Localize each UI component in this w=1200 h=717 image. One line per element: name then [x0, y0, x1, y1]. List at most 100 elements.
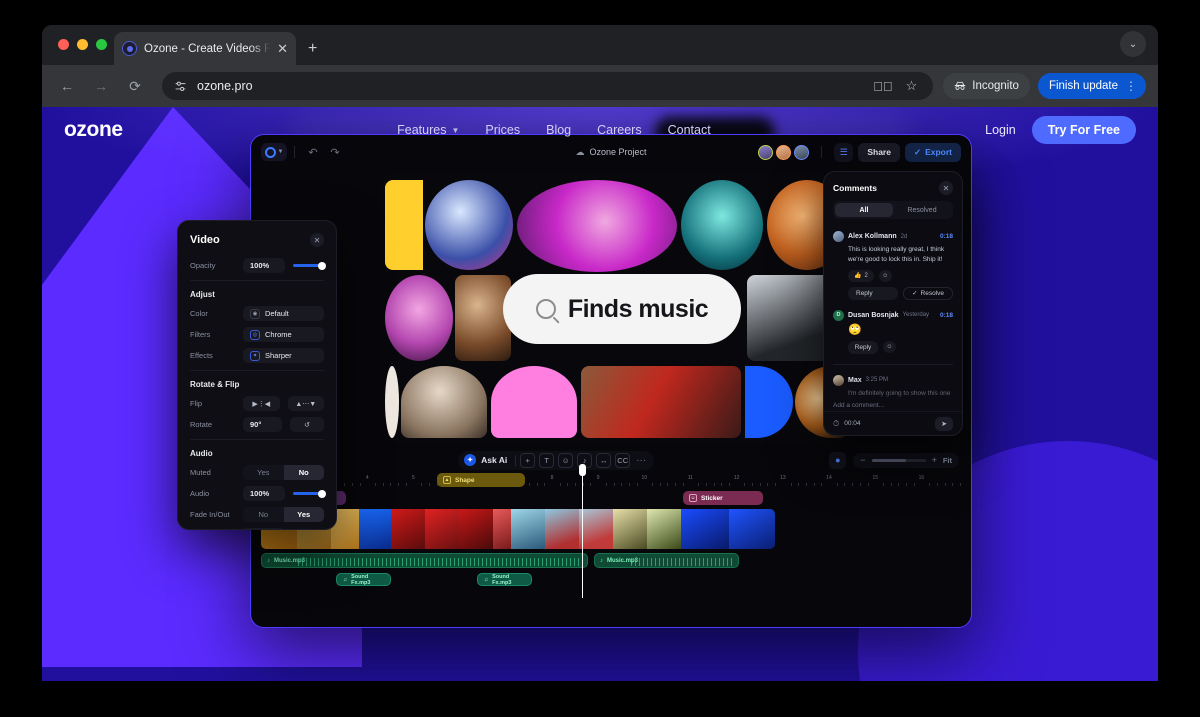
avatar[interactable]: D	[833, 309, 844, 321]
badge-label: Shape	[455, 476, 475, 484]
tab-resolved[interactable]: Resolved	[893, 203, 951, 217]
audio-track[interactable]: ♪ Music.mp3	[594, 553, 739, 568]
flip-vertical-icon[interactable]: ▲⋯▼	[287, 396, 324, 411]
preview-canvas[interactable]: Finds music	[381, 174, 851, 442]
kebab-menu-icon[interactable]: ⋮	[1125, 79, 1137, 93]
nav-item-blog[interactable]: Blog	[546, 123, 571, 137]
playhead[interactable]	[577, 464, 588, 598]
site-logo[interactable]: ozone	[64, 118, 123, 142]
audio-track[interactable]: ♪ Music.mp3	[261, 553, 588, 568]
close-icon[interactable]: ✕	[939, 181, 953, 195]
video-clip[interactable]	[729, 509, 775, 549]
video-clip[interactable]	[359, 509, 391, 549]
record-icon[interactable]: ⏱	[833, 419, 839, 429]
ruler-tick	[713, 483, 715, 486]
sfx-clip[interactable]: ♫ Sound Fx.mp3	[477, 573, 532, 586]
muted-yes-option[interactable]: Yes	[243, 465, 284, 480]
timeline-ruler[interactable]: 2345678910111213141516	[261, 475, 961, 489]
video-clip[interactable]	[425, 509, 459, 549]
window-controls[interactable]	[58, 39, 107, 50]
reply-button[interactable]: Reply	[848, 286, 899, 300]
address-bar[interactable]: ozone.pro 👁⃠ ☆	[162, 72, 934, 100]
effects-select[interactable]: ✦ Sharper	[243, 348, 324, 363]
video-clip[interactable]	[511, 509, 545, 549]
zoom-in-icon[interactable]: +	[932, 455, 937, 465]
video-clip[interactable]	[459, 509, 493, 549]
filters-select[interactable]: ◎ Chrome	[243, 327, 324, 342]
nav-item-features[interactable]: Features ▼	[397, 123, 459, 137]
send-icon[interactable]: ➤	[935, 416, 953, 431]
zoom-slider[interactable]: − + Fit	[853, 452, 959, 468]
video-track[interactable]	[261, 509, 775, 549]
avatar[interactable]	[833, 231, 844, 242]
ask-ai-button[interactable]: ✦ Ask Ai	[464, 454, 511, 466]
sticker-icon[interactable]: ☺	[558, 452, 574, 468]
clip-badge-shape[interactable]: ▲ Shape	[437, 473, 525, 487]
login-link[interactable]: Login	[985, 123, 1016, 137]
reply-button[interactable]: Reply	[848, 340, 878, 354]
fade-yes-option[interactable]: Yes	[283, 507, 324, 522]
person-icon[interactable]: ●	[829, 451, 847, 469]
comment-timecode[interactable]: 0:18	[940, 233, 953, 240]
video-clip[interactable]	[681, 509, 729, 549]
fade-in-value[interactable]: 3s	[243, 528, 285, 529]
reload-icon[interactable]: ⟳	[122, 73, 148, 99]
rotate-free-icon[interactable]: ↺	[290, 417, 324, 432]
back-icon[interactable]: ←	[54, 73, 80, 99]
ruler-tick	[852, 483, 854, 486]
browser-tab[interactable]: Ozone - Create Videos Faster ✕	[114, 32, 296, 65]
bookmark-star-icon[interactable]: ☆	[906, 78, 918, 94]
video-clip[interactable]	[613, 509, 647, 549]
muted-no-option[interactable]: No	[283, 465, 324, 480]
new-tab-button[interactable]: +	[308, 41, 317, 57]
forward-icon[interactable]: →	[88, 73, 114, 99]
add-reaction-icon[interactable]: ☺	[878, 269, 892, 282]
text-icon[interactable]: T	[539, 452, 555, 468]
video-clip[interactable]	[545, 509, 579, 549]
audio-slider[interactable]	[293, 489, 326, 498]
transition-icon[interactable]: ↔	[596, 452, 612, 468]
fade-no-option[interactable]: No	[243, 507, 284, 522]
opacity-value[interactable]: 100%	[243, 258, 285, 273]
tune-icon[interactable]	[174, 80, 187, 93]
nav-item-careers[interactable]: Careers	[597, 123, 641, 137]
search-pill[interactable]: Finds music	[503, 274, 741, 344]
opacity-slider[interactable]	[293, 261, 326, 270]
close-icon[interactable]: ✕	[310, 233, 324, 247]
video-clip[interactable]	[579, 509, 613, 549]
video-clip[interactable]	[647, 509, 681, 549]
comment-input-placeholder[interactable]: Add a comment...	[824, 402, 962, 409]
caption-icon[interactable]: CC	[615, 452, 631, 468]
plus-icon[interactable]: +	[520, 452, 536, 468]
more-tools-icon[interactable]: ···	[634, 455, 648, 466]
add-reaction-icon[interactable]: ☺	[883, 341, 896, 353]
reaction-chip[interactable]: 👍 2	[848, 269, 874, 282]
resolve-button[interactable]: ✓ Resolve	[903, 286, 953, 300]
rotate-value[interactable]: 90°	[243, 417, 283, 432]
close-icon[interactable]: ✕	[277, 42, 288, 55]
finish-update-button[interactable]: Finish update ⋮	[1037, 73, 1146, 99]
video-clip[interactable]	[493, 509, 511, 549]
comment-timecode[interactable]: 0:18	[940, 312, 953, 319]
chevron-down-icon[interactable]: ⌄	[1120, 31, 1146, 57]
video-clip[interactable]	[391, 509, 425, 549]
zoom-track[interactable]	[871, 458, 926, 462]
eye-off-icon[interactable]: 👁⃠	[873, 79, 893, 94]
muted-toggle[interactable]: Yes No	[243, 465, 324, 480]
fade-toggle[interactable]: No Yes	[243, 507, 324, 522]
audio-value[interactable]: 100%	[243, 486, 285, 501]
incognito-badge[interactable]: Incognito	[943, 73, 1030, 99]
nav-item-contact[interactable]: Contact	[668, 123, 711, 137]
fit-button[interactable]: Fit	[943, 456, 952, 465]
flip-horizontal-icon[interactable]: ▶⋮◀	[243, 396, 280, 411]
clip-badge-sticker[interactable]: ☺ Sticker	[683, 491, 763, 505]
tab-all[interactable]: All	[835, 203, 893, 217]
try-for-free-button[interactable]: Try For Free	[1031, 116, 1136, 144]
nav-item-prices[interactable]: Prices	[485, 123, 520, 137]
minimize-window-button[interactable]	[77, 39, 88, 50]
color-select[interactable]: ◉ Default	[243, 306, 324, 321]
sfx-clip[interactable]: ♫ Sound Fx.mp3	[336, 573, 391, 586]
zoom-out-icon[interactable]: −	[860, 455, 865, 465]
maximize-window-button[interactable]	[96, 39, 107, 50]
close-window-button[interactable]	[58, 39, 69, 50]
